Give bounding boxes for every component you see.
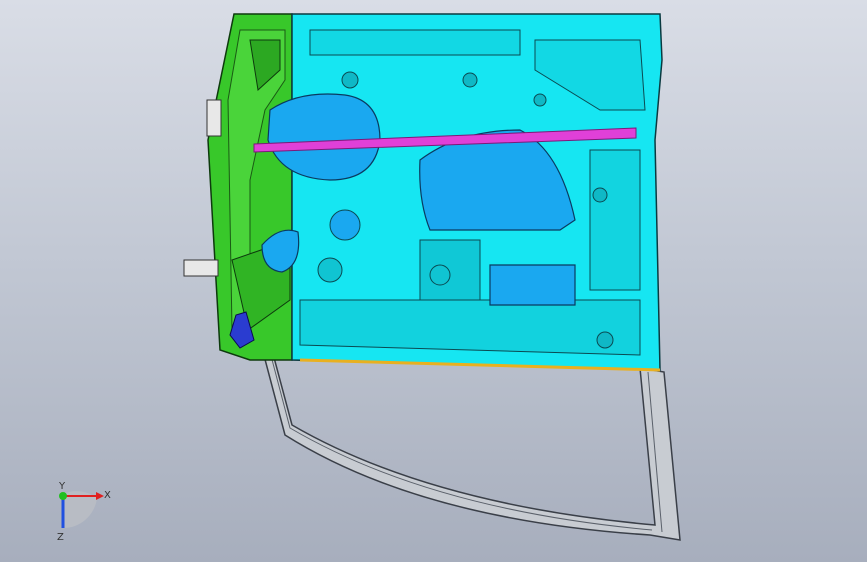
upper-hinge[interactable] bbox=[206, 99, 222, 137]
triad-y-label: Y bbox=[58, 481, 66, 492]
triad-x-label: X bbox=[104, 490, 111, 501]
orientation-triad[interactable]: X Y Z bbox=[40, 478, 120, 548]
door-model[interactable] bbox=[0, 0, 867, 562]
triad-y-axis bbox=[59, 492, 67, 500]
lower-hinge[interactable] bbox=[183, 259, 219, 277]
hinge-side-region[interactable] bbox=[207, 13, 293, 361]
graphics-viewport[interactable]: X Y Z bbox=[0, 0, 867, 562]
triad-x-arrow-icon bbox=[96, 492, 104, 500]
triad-z-label: Z bbox=[57, 532, 64, 543]
window-frame[interactable] bbox=[260, 347, 681, 541]
